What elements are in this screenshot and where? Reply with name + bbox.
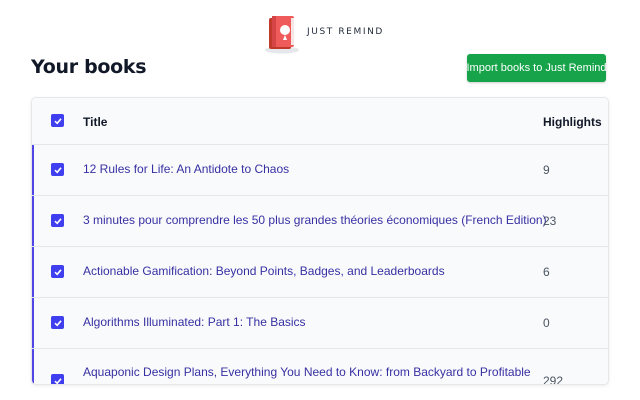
row-checkbox[interactable] bbox=[51, 374, 64, 384]
row-checkbox[interactable] bbox=[51, 163, 64, 176]
highlight-count: 292 bbox=[543, 374, 564, 385]
checkmark-icon bbox=[53, 377, 62, 384]
column-header-highlights[interactable]: Highlights bbox=[543, 115, 602, 129]
row-checkbox[interactable] bbox=[51, 316, 64, 329]
table-row[interactable]: Actionable Gamification: Beyond Points, … bbox=[32, 247, 608, 298]
import-books-button[interactable]: Import books to Just Remind bbox=[467, 54, 607, 82]
checkmark-icon bbox=[53, 166, 62, 173]
books-table: Title Highlights 12 Rules for Life: An A… bbox=[31, 97, 609, 385]
selected-row-indicator bbox=[32, 298, 34, 348]
book-title-link[interactable]: Aquaponic Design Plans, Everything You N… bbox=[83, 365, 531, 379]
row-checkbox[interactable] bbox=[51, 214, 64, 227]
table-row[interactable]: 12 Rules for Life: An Antidote to Chaos … bbox=[32, 145, 608, 196]
highlight-count: 9 bbox=[543, 163, 550, 177]
checkmark-icon bbox=[53, 268, 62, 275]
checkmark-icon bbox=[53, 217, 62, 224]
selected-row-indicator bbox=[32, 145, 34, 195]
book-title-link[interactable]: Actionable Gamification: Beyond Points, … bbox=[83, 264, 523, 278]
column-header-title[interactable]: Title bbox=[83, 115, 107, 129]
book-title-link[interactable]: 12 Rules for Life: An Antidote to Chaos bbox=[83, 162, 523, 176]
highlight-count: 0 bbox=[543, 316, 550, 330]
page-title: Your books bbox=[31, 56, 147, 78]
selected-row-indicator bbox=[32, 196, 34, 246]
book-logo-icon bbox=[265, 16, 299, 54]
book-title-link[interactable]: 3 minutes pour comprendre les 50 plus gr… bbox=[83, 213, 547, 227]
table-row[interactable]: Algorithms Illuminated: Part 1: The Basi… bbox=[32, 298, 608, 349]
brand-name: JUST REMIND bbox=[307, 27, 384, 37]
highlight-count: 6 bbox=[543, 265, 550, 279]
selected-row-indicator bbox=[32, 349, 34, 384]
table-header: Title Highlights bbox=[32, 98, 608, 145]
highlight-count: 23 bbox=[543, 214, 557, 228]
brand-logo-area: JUST REMIND bbox=[263, 12, 384, 54]
select-all-checkbox[interactable] bbox=[51, 114, 64, 127]
checkmark-icon bbox=[53, 319, 62, 326]
book-title-link[interactable]: Algorithms Illuminated: Part 1: The Basi… bbox=[83, 315, 523, 329]
selected-row-indicator bbox=[32, 247, 34, 297]
table-row[interactable]: 3 minutes pour comprendre les 50 plus gr… bbox=[32, 196, 608, 247]
row-checkbox[interactable] bbox=[51, 265, 64, 278]
table-row[interactable]: Aquaponic Design Plans, Everything You N… bbox=[32, 349, 608, 385]
checkmark-icon bbox=[53, 117, 62, 124]
